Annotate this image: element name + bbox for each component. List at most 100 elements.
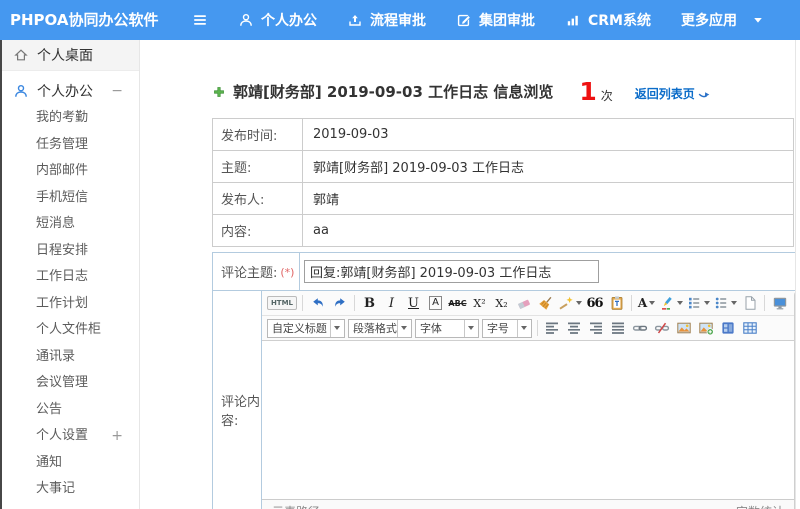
collapse-minus-icon[interactable]: −	[111, 83, 123, 99]
sidebar-section-personal-office[interactable]: 个人办公 −	[0, 77, 139, 105]
info-value: 郭靖[财务部] 2019-09-03 工作日志	[302, 150, 794, 183]
source-code-button-glyph: HTML	[266, 296, 297, 310]
unordered-list-icon[interactable]	[713, 293, 737, 313]
sidebar-item[interactable]: 个人文件柜	[0, 317, 139, 344]
superscript-button[interactable]: X²	[470, 293, 489, 313]
paragraph-format-select[interactable]: 段落格式	[347, 318, 412, 338]
sidebar-item[interactable]: 我的考勤	[0, 105, 139, 132]
link-icon[interactable]	[631, 318, 650, 338]
font-family-select[interactable]: 字体	[414, 318, 479, 338]
strikethrough-button[interactable]: ABC	[448, 293, 467, 313]
toolbar-separator	[631, 295, 632, 311]
font-size-select[interactable]: 字号	[481, 318, 532, 338]
fullscreen-icon[interactable]	[770, 293, 789, 313]
image-upload-icon[interactable]	[697, 318, 716, 338]
sidebar-item[interactable]: 个人设置 +	[0, 423, 139, 450]
upload-icon	[347, 12, 363, 28]
plus-icon	[212, 84, 226, 98]
page-title: 郭靖[财务部] 2019-09-03 工作日志 信息浏览	[233, 82, 554, 101]
chevron-down-icon	[750, 12, 766, 28]
home-icon	[13, 47, 29, 63]
nav-crm-system[interactable]: CRM系统	[565, 10, 651, 30]
image-icon[interactable]	[675, 318, 694, 338]
align-center-icon[interactable]	[565, 318, 584, 338]
return-arrow-icon	[697, 87, 711, 101]
subscript-button[interactable]: X₂	[492, 293, 511, 313]
font-frame-button-glyph: A	[429, 296, 442, 310]
editor-statusbar: 元素路径: 字数统计	[261, 499, 794, 509]
nav-label: 个人办公	[261, 13, 317, 29]
sidebar: 个人桌面 个人办公 − 我的考勤 任务管理 内部邮件 手机短信 短消息 日程安排 工作日志工…	[0, 40, 140, 509]
sidebar-item-desktop[interactable]: 个人桌面	[0, 40, 139, 71]
editor-content[interactable]	[261, 341, 794, 499]
font-family-select-value: 字体	[419, 322, 442, 335]
align-right-icon[interactable]	[587, 318, 606, 338]
scrollbar-track[interactable]	[795, 40, 800, 509]
sidebar-item[interactable]: 大事记	[0, 476, 139, 503]
ordered-list-icon[interactable]	[686, 293, 710, 313]
hamburger-menu-icon[interactable]	[192, 12, 210, 28]
sidebar-item[interactable]: 通讯录	[0, 344, 139, 371]
nav-personal-office[interactable]: 个人办公	[238, 10, 317, 30]
paste-icon[interactable]	[607, 293, 626, 313]
chevron-down-icon	[516, 319, 531, 337]
font-color-button[interactable]: A	[637, 293, 656, 313]
nav-more-apps[interactable]: 更多应用	[681, 10, 766, 30]
undo-icon[interactable]	[308, 293, 327, 313]
source-code-button[interactable]: HTML	[266, 293, 297, 313]
italic-button[interactable]: I	[382, 293, 401, 313]
align-justify-icon[interactable]	[609, 318, 628, 338]
sidebar-desktop-label: 个人桌面	[37, 48, 93, 64]
sidebar-item[interactable]: 短消息	[0, 211, 139, 238]
blockquote-button[interactable]: 66	[585, 293, 604, 313]
sidebar-item[interactable]: 会议管理	[0, 370, 139, 397]
sidebar-item[interactable]: 手机短信	[0, 185, 139, 212]
redo-icon[interactable]	[330, 293, 349, 313]
align-left-icon[interactable]	[543, 318, 562, 338]
highlight-icon[interactable]	[659, 293, 683, 313]
table-icon[interactable]	[741, 318, 760, 338]
info-label: 发布时间:	[212, 118, 303, 151]
top-nav: 个人办公 流程审批 集团审批 CRM系统 更多应用	[238, 0, 766, 40]
unlink-icon[interactable]	[653, 318, 672, 338]
info-label: 发布人:	[212, 182, 303, 215]
bold-button[interactable]: B	[360, 293, 379, 313]
view-count-unit: 次	[600, 88, 613, 103]
page-title-row: 郭靖[财务部] 2019-09-03 工作日志 信息浏览 1 次 返回列表页	[212, 76, 711, 106]
comment-subject-cell	[300, 253, 795, 290]
remove-format-icon[interactable]	[514, 293, 533, 313]
toolbar-separator	[302, 295, 303, 311]
media-icon[interactable]	[719, 318, 738, 338]
comment-subject-input[interactable]	[304, 260, 599, 283]
main-content: 郭靖[财务部] 2019-09-03 工作日志 信息浏览 1 次 返回列表页 发…	[140, 40, 800, 509]
sidebar-item[interactable]: 工作日志	[0, 264, 139, 291]
comment-subject-row: 评论主题: (*)	[213, 253, 795, 291]
autotypeset-icon[interactable]	[558, 293, 582, 313]
comment-subject-label: 评论主题: (*)	[213, 253, 300, 290]
chevron-down-glyph	[521, 326, 528, 330]
editor-toolbar-row1: HTML B I U A ABC X² X₂ 66 A	[261, 291, 794, 316]
underline-button[interactable]: U	[404, 293, 423, 313]
back-to-list-link[interactable]: 返回列表页	[635, 85, 711, 102]
chevron-down-icon	[396, 319, 411, 337]
expand-plus-icon[interactable]: +	[111, 423, 123, 450]
nav-workflow-approval[interactable]: 流程审批	[347, 10, 426, 30]
custom-title-select[interactable]: 自定义标题	[266, 318, 345, 338]
info-value: aa	[302, 214, 794, 247]
info-row: 内容: aa	[212, 214, 794, 247]
clear-doc-icon[interactable]	[536, 293, 555, 313]
superscript-button-glyph: X²	[473, 296, 486, 310]
new-page-icon[interactable]	[740, 293, 759, 313]
italic-button-glyph: I	[388, 295, 395, 311]
info-row: 主题: 郭靖[财务部] 2019-09-03 工作日志	[212, 150, 794, 183]
sidebar-item[interactable]: 任务管理	[0, 132, 139, 159]
nav-group-approval[interactable]: 集团审批	[456, 10, 535, 30]
sidebar-item[interactable]: 内部邮件	[0, 158, 139, 185]
sidebar-item[interactable]: 公告	[0, 397, 139, 424]
sidebar-item[interactable]: 工作计划	[0, 291, 139, 318]
font-frame-button[interactable]: A	[426, 293, 445, 313]
info-row: 发布人: 郭靖	[212, 182, 794, 215]
sidebar-item[interactable]: 通知	[0, 450, 139, 477]
chevron-down-glyph	[401, 326, 408, 330]
sidebar-item[interactable]: 日程安排	[0, 238, 139, 265]
